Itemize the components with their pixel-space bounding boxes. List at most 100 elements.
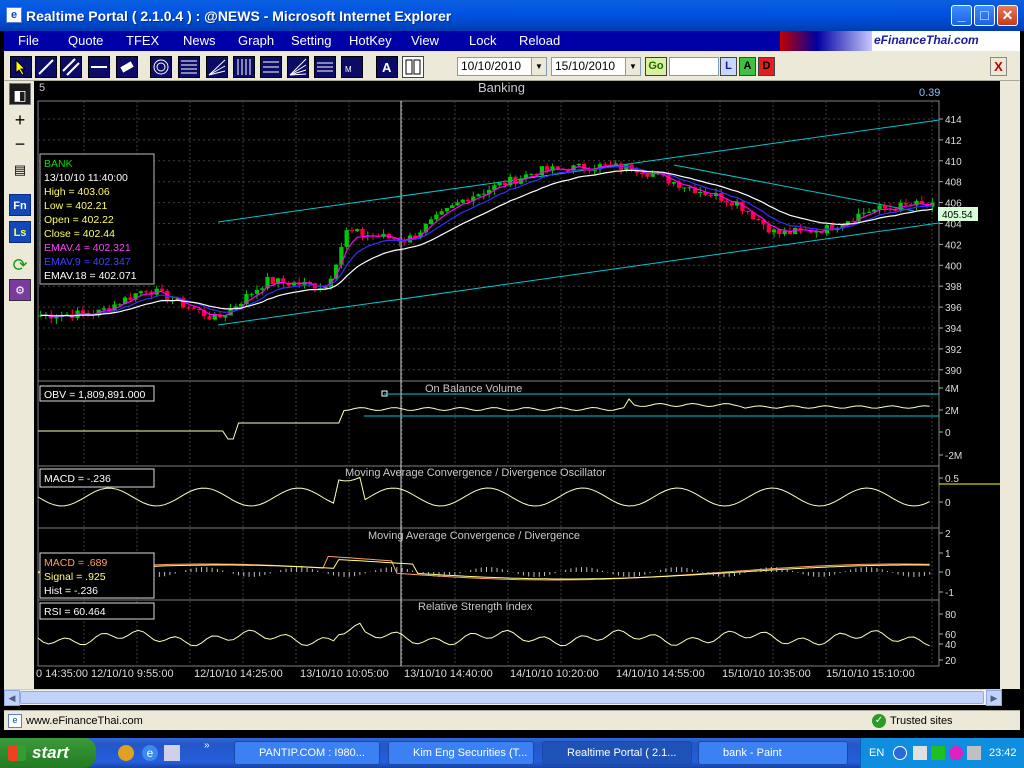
messenger-icon[interactable] (949, 746, 963, 760)
right-panel (1000, 81, 1020, 689)
fn-button[interactable]: Fn (9, 194, 31, 216)
obv-title: On Balance Volume (425, 383, 522, 395)
go-button[interactable]: Go (645, 57, 667, 76)
menu-reload[interactable]: Reload (519, 33, 560, 48)
network-icon[interactable] (913, 746, 927, 760)
title-bar[interactable]: e Realtime Portal ( 2.1.0.4 ) : @NEWS - … (0, 0, 1024, 31)
candle-body (159, 288, 165, 291)
volume-icon[interactable] (967, 746, 981, 760)
menu-graph[interactable]: Graph (238, 33, 274, 48)
candle-body (866, 211, 872, 213)
menu-lock[interactable]: Lock (469, 33, 496, 48)
page-icon: e (8, 714, 22, 728)
chevron-down-icon[interactable]: ▼ (531, 58, 546, 75)
last-price-value: 405.54 (942, 210, 973, 221)
d-button[interactable]: D (758, 57, 775, 76)
symbol-input[interactable] (669, 57, 719, 76)
scroll-right-icon[interactable]: ▶ (986, 690, 1002, 706)
settings-icon[interactable]: ⚙ (9, 279, 31, 301)
ls-button[interactable]: Ls (9, 221, 31, 243)
banner-image (780, 31, 872, 51)
fibonacci-arc-tool-icon[interactable] (150, 56, 172, 78)
zoom-in-icon[interactable]: + (9, 109, 31, 131)
chart-title: Banking (478, 81, 525, 95)
system-tray: EN 23:42 (860, 738, 1024, 768)
rsi-title: Relative Strength Index (418, 601, 533, 613)
indicator-list-icon[interactable]: ▤ (9, 159, 31, 181)
l-button[interactable]: L (720, 57, 737, 76)
maximize-button[interactable]: □ (974, 5, 995, 26)
menu-file[interactable]: File (18, 33, 39, 48)
corner-value: 0.39 (919, 87, 940, 99)
stock-chart[interactable]: 4144124104084064044024003983963943923904… (34, 80, 1000, 689)
a-button[interactable]: A (739, 57, 756, 76)
candle-body (450, 205, 455, 209)
info-low: Low = 402.21 (44, 200, 108, 212)
menu-view[interactable]: View (411, 33, 439, 48)
chevron-icon[interactable]: » (204, 740, 210, 751)
parallel-lines-tool-icon[interactable] (60, 56, 82, 78)
date-to-select[interactable]: 15/10/2010 ▼ (551, 57, 641, 76)
fibonacci-fan-tool-icon[interactable] (206, 56, 228, 78)
refresh-icon[interactable]: ⟳ (9, 254, 31, 276)
chevron-down-icon[interactable]: ▼ (625, 58, 640, 75)
eraser-tool-icon[interactable] (116, 56, 138, 78)
candle-body (434, 214, 439, 220)
candle-body (249, 293, 254, 295)
channel-lower-line (217, 222, 940, 326)
scroll-left-icon[interactable]: ◀ (4, 690, 20, 706)
price-tick-label: 402 (945, 240, 962, 251)
menu-news[interactable]: News (183, 33, 216, 48)
candle-body (698, 191, 703, 193)
task-kimeng[interactable]: Kim Eng Securities (T... (388, 741, 534, 765)
macd-osc-line (37, 476, 930, 507)
text-tool-icon[interactable]: A (376, 56, 398, 78)
menu-quote[interactable]: Quote (68, 33, 103, 48)
menu-hotkey[interactable]: HotKey (349, 33, 392, 48)
mean-tool-icon[interactable]: M (341, 56, 363, 78)
signal-icon[interactable] (931, 746, 945, 760)
speed-lines-tool-icon[interactable] (314, 56, 336, 78)
zoom-out-icon[interactable]: − (9, 133, 31, 155)
minimize-button[interactable]: _ (951, 5, 972, 26)
fibonacci-retracement-tool-icon[interactable] (178, 56, 200, 78)
candle-body (476, 194, 481, 197)
candle-body (708, 194, 713, 197)
help-icon[interactable] (893, 746, 907, 760)
scroll-thumb[interactable] (20, 691, 984, 704)
pointer-tool-icon[interactable] (10, 56, 32, 78)
fibonacci-timezone-tool-icon[interactable] (233, 56, 255, 78)
menu-setting[interactable]: Setting (291, 33, 331, 48)
candle-body (645, 174, 650, 177)
task-paint[interactable]: bank - Paint (698, 741, 848, 765)
collapse-panel-icon[interactable]: ◧ (9, 83, 31, 105)
candle-body (603, 164, 608, 166)
language-indicator[interactable]: EN (869, 747, 884, 759)
date-from-select[interactable]: 10/10/2010 ▼ (457, 57, 547, 76)
chart-area[interactable]: 414 412 410 408 406 404 402 400 398 396 394 392 390 4… (34, 80, 1000, 689)
gann-lines-tool-icon[interactable] (260, 56, 282, 78)
candle-body (138, 291, 144, 294)
gann-fan-tool-icon[interactable] (287, 56, 309, 78)
split-panel-tool-icon[interactable] (402, 56, 424, 78)
close-chart-button[interactable]: X (990, 57, 1007, 76)
horizontal-scrollbar[interactable]: ◀ ▶ (4, 689, 1002, 706)
candle-body (144, 291, 149, 293)
close-window-button[interactable]: ✕ (997, 5, 1018, 26)
chrome-icon[interactable] (118, 745, 134, 761)
price-tick-label: 396 (945, 303, 962, 314)
candle-body (207, 316, 212, 320)
candle-body (270, 277, 275, 284)
task-pantip[interactable]: PANTIP.COM : I980... (234, 741, 380, 765)
task-realtime-portal[interactable]: Realtime Portal ( 2.1... (542, 741, 692, 765)
info-high: High = 403.06 (44, 186, 110, 198)
candle-body (729, 202, 734, 206)
efinancethai-logo: eFinanceThai.com (874, 33, 979, 47)
ie-icon[interactable]: e (142, 745, 158, 761)
candle-body (861, 212, 866, 214)
horizontal-line-tool-icon[interactable] (88, 56, 110, 78)
quicklaunch-icon[interactable] (164, 745, 180, 761)
candle-body (529, 173, 534, 175)
menu-tfex[interactable]: TFEX (126, 33, 159, 48)
trendline-tool-icon[interactable] (35, 56, 57, 78)
